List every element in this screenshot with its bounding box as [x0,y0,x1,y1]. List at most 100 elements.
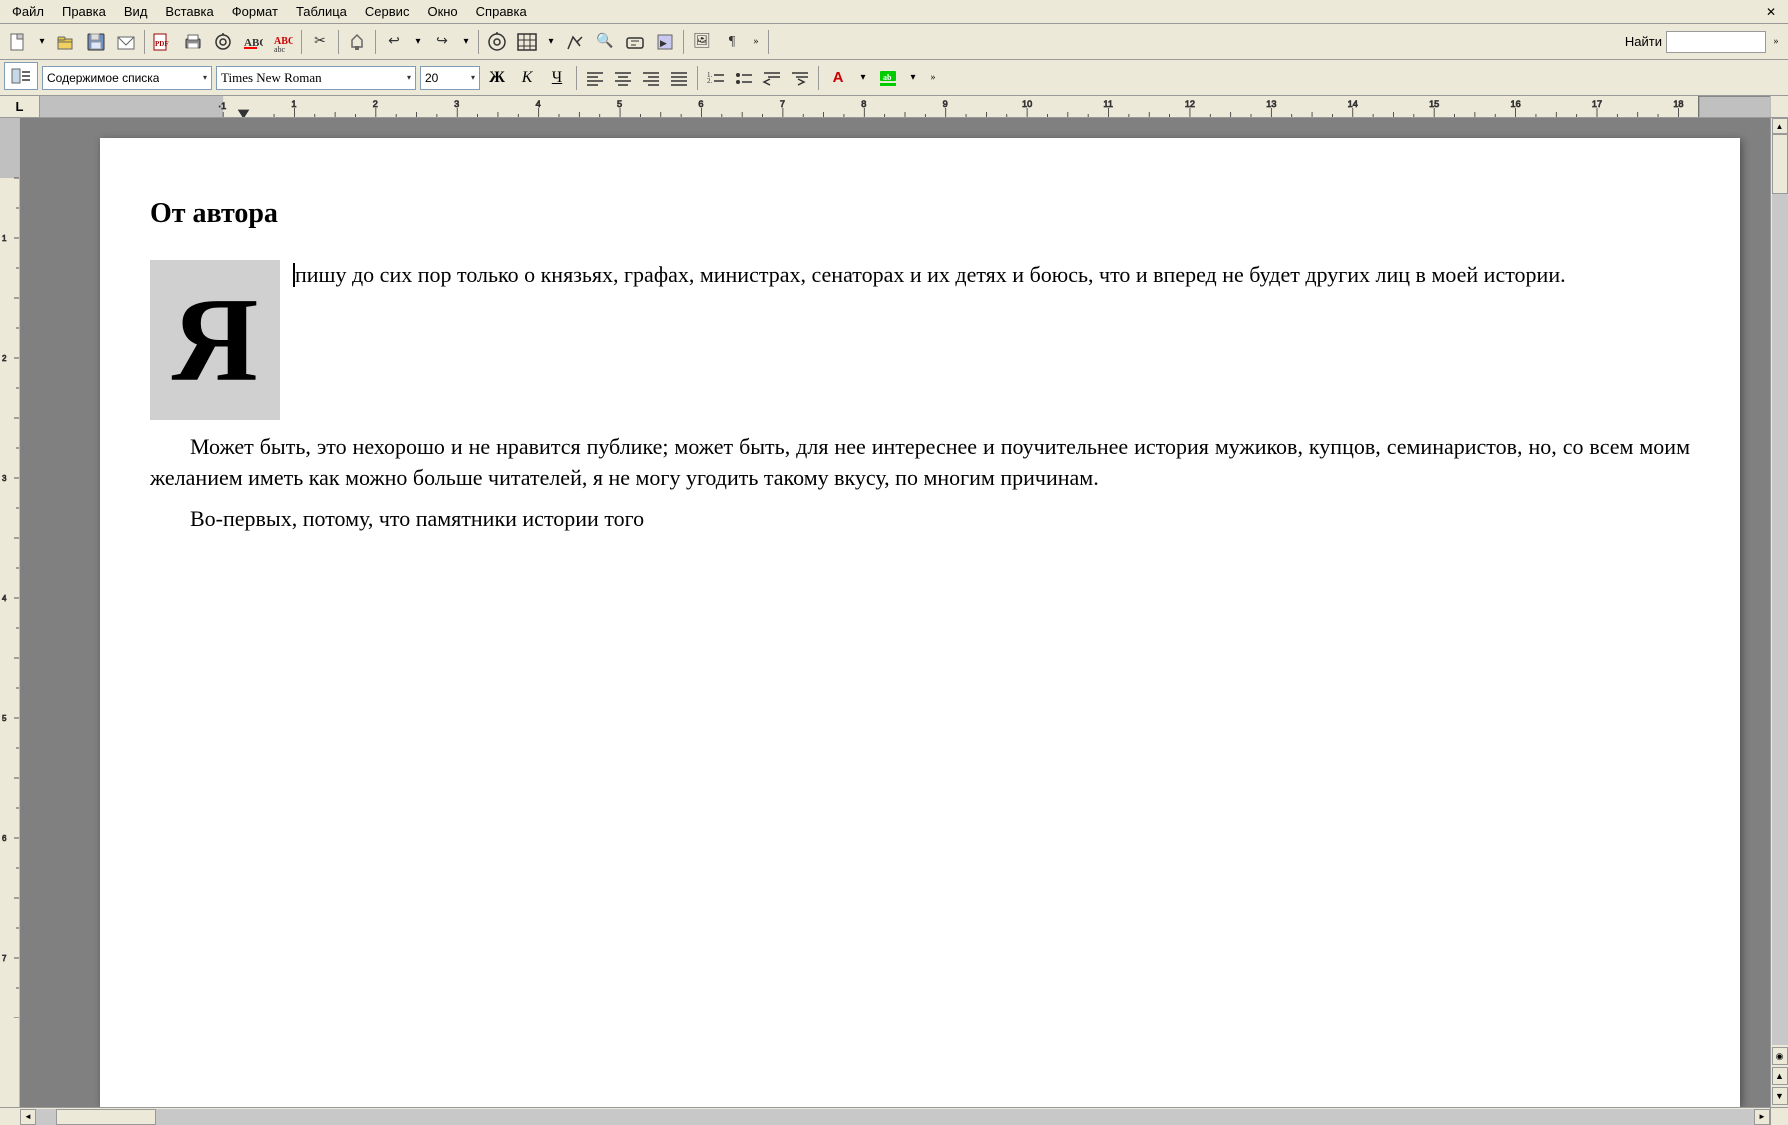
menu-view[interactable]: Вид [116,2,156,21]
font-color-button[interactable]: A [825,66,851,90]
open-button[interactable] [52,28,80,56]
print-button[interactable] [179,28,207,56]
menu-bar: Файл Правка Вид Вставка Формат Таблица С… [0,0,1788,24]
toolbar1-more[interactable]: » [1768,28,1784,56]
document-page: От автора Я пишу до сих пор только о кня… [100,138,1740,1107]
horizontal-scrollbar-area: ◄ ► [0,1107,1788,1125]
table-button[interactable] [513,28,541,56]
bottom-left-corner [0,1108,20,1125]
new-dropdown[interactable]: ▾ [34,28,50,56]
drawing-button[interactable] [561,28,589,56]
menu-help[interactable]: Справка [468,2,535,21]
find-bar-button[interactable]: 🔍 [591,28,619,56]
scroll-thumb[interactable] [1772,134,1788,194]
font-arrow: ▾ [407,73,411,82]
save-button[interactable] [82,28,110,56]
navigator-button[interactable] [483,28,511,56]
pdf-button[interactable]: PDF [149,28,177,56]
scroll-left-button[interactable]: ◄ [20,1109,36,1125]
sep7 [768,30,769,54]
styles-panel-toggle[interactable] [4,62,38,90]
preview-button[interactable] [209,28,237,56]
autocorrect-button[interactable]: ABCabc [269,28,297,56]
menu-window[interactable]: Окно [419,2,465,21]
undo-button[interactable]: ↩ [380,28,408,56]
redo-dropdown[interactable]: ▾ [458,28,474,56]
font-color-dropdown[interactable]: ▾ [855,64,871,92]
font-size-selector[interactable]: 20 ▾ [420,66,480,90]
svg-text:1: 1 [2,234,7,243]
svg-text:ab: ab [883,73,892,82]
svg-text:12: 12 [1185,99,1195,109]
italic-button[interactable]: К [514,66,540,90]
scroll-page-up-button[interactable]: ◉ [1772,1047,1788,1065]
bold-button[interactable]: Ж [484,66,510,90]
highlight-button[interactable]: ab [875,66,901,90]
svg-text:·1: ·1 [218,101,226,111]
decrease-indent-button[interactable] [760,66,784,90]
align-right-button[interactable] [639,66,663,90]
menu-format[interactable]: Формат [224,2,286,21]
svg-text:7: 7 [780,99,785,109]
scroll-up-button[interactable]: ▲ [1772,118,1788,134]
svg-text:11: 11 [1103,99,1113,109]
ordered-list-button[interactable]: 1.2. [704,66,728,90]
svg-text:15: 15 [1429,99,1439,109]
cut-button[interactable]: ✂ [306,28,334,56]
scroll-down-button[interactable]: ▼ [1772,1087,1788,1105]
svg-text:8: 8 [861,99,866,109]
table-dropdown[interactable]: ▾ [543,28,559,56]
menu-edit[interactable]: Правка [54,2,114,21]
scroll-icons: ◉ ▲ ▼ [1772,1045,1788,1107]
corner-resize [1770,1108,1788,1125]
undo-dropdown[interactable]: ▾ [410,28,426,56]
increase-indent-button[interactable] [788,66,812,90]
toolbar-more[interactable]: » [748,28,764,56]
svg-text:▶: ▶ [660,38,667,48]
sep-align [697,66,698,90]
menu-table[interactable]: Таблица [288,2,355,21]
close-button[interactable]: ✕ [1758,3,1784,21]
toolbar-format: Содержимое списка ▾ Times New Roman ▾ 20… [0,60,1788,96]
underline-button[interactable]: Ч [544,66,570,90]
paragraph-marks-button[interactable]: ¶ [718,28,746,56]
svg-text:2: 2 [2,354,7,363]
ruler-corner[interactable]: L [0,96,40,117]
basic-button[interactable]: ▶ [651,28,679,56]
svg-text:4: 4 [2,594,7,603]
sep5 [478,30,479,54]
svg-text:18: 18 [1673,99,1683,109]
scroll-track[interactable] [1772,134,1788,1045]
align-left-button[interactable] [583,66,607,90]
scroll-right-button[interactable]: ► [1754,1109,1770,1125]
style-selector[interactable]: Содержимое списка ▾ [42,66,212,90]
menu-insert[interactable]: Вставка [157,2,221,21]
scroll-to-top-button[interactable]: ▲ [1772,1067,1788,1085]
menu-service[interactable]: Сервис [357,2,418,21]
paragraph-2: Может быть, это нехорошо и не нравится п… [150,432,1690,494]
font-selector[interactable]: Times New Roman ▾ [216,66,416,90]
redo-button[interactable]: ↪ [428,28,456,56]
new-button[interactable] [4,28,32,56]
clone-format-button[interactable] [343,28,371,56]
image-button[interactable]: 🖼 [688,28,716,56]
ruler-area: L ·1 1 2 [0,96,1788,118]
toolbar2-more[interactable]: » [925,64,941,92]
vertical-ruler: 1 2 3 4 5 [0,118,20,1107]
menu-file[interactable]: Файл [4,2,52,21]
find-input[interactable] [1666,31,1766,53]
email-button[interactable] [112,28,140,56]
align-justify-button[interactable] [667,66,691,90]
fields-button[interactable] [621,28,649,56]
unordered-list-button[interactable] [732,66,756,90]
spellcheck-button[interactable]: ABC [239,28,267,56]
h-scroll-track[interactable] [36,1109,1754,1125]
svg-text:2.: 2. [707,77,713,85]
align-center-button[interactable] [611,66,635,90]
svg-text:7: 7 [2,954,7,963]
svg-text:17: 17 [1592,99,1602,109]
document-area[interactable]: От автора Я пишу до сих пор только о кня… [20,118,1770,1107]
h-scroll-thumb[interactable] [56,1109,156,1125]
highlight-dropdown[interactable]: ▾ [905,64,921,92]
svg-text:3: 3 [454,99,459,109]
